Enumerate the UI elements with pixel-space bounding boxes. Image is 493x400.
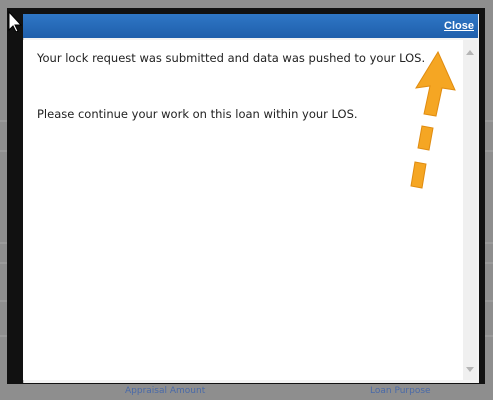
mouse-pointer-icon [8,10,22,32]
background-field-labels: Appraisal Amount Loan Purpose [0,383,493,400]
scroll-up-icon[interactable] [466,50,474,55]
close-link[interactable]: Close [444,20,474,32]
annotation-arrow-icon [410,50,456,189]
scroll-down-icon[interactable] [466,367,474,372]
vertical-scrollbar[interactable] [463,40,477,380]
modal-titlebar: Close [23,14,478,38]
lock-submitted-message: Your lock request was submitted and data… [37,51,426,65]
appraisal-amount-label: Appraisal Amount [125,386,206,396]
continue-in-los-message: Please continue your work on this loan w… [37,107,358,121]
loan-purpose-label: Loan Purpose [370,386,431,396]
